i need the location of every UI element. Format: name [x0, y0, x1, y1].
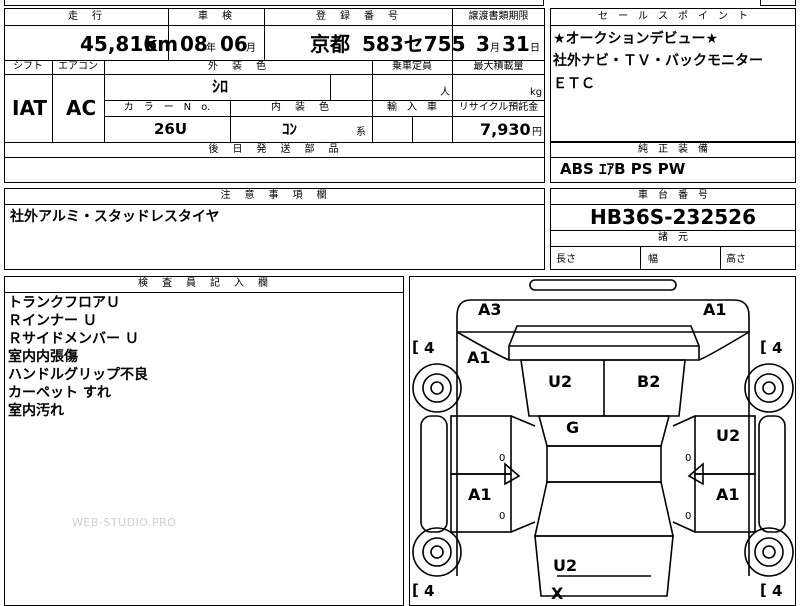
- capacity-label: 乗車定員: [392, 61, 432, 72]
- max-load-unit: kg: [530, 87, 543, 98]
- recycle-fee-value: 7,930: [480, 120, 531, 139]
- aircon-value: AC: [66, 96, 97, 120]
- exterior-color-label: 外 装 色: [208, 61, 268, 72]
- dimension-height: 高さ: [726, 254, 746, 265]
- tire-front-right-bracket: [: [760, 581, 767, 599]
- chassis-label: 車 台 番 号: [638, 190, 708, 201]
- sales-point-line-3: ＥＴＣ: [553, 76, 595, 92]
- recycle-fee-label: リサイクル預託金: [458, 102, 539, 113]
- tire-rear-right-value: 4: [772, 339, 783, 357]
- standard-equipment-value: ABS ｴｱB PS PW: [560, 160, 686, 178]
- transfer-value: 31: [502, 32, 530, 56]
- dimensions-label: 諸 元: [658, 232, 688, 243]
- shift-label: シフト: [13, 61, 43, 72]
- damage-mark-a3: A3: [478, 300, 502, 319]
- inspection-year-unit: 年: [206, 43, 216, 54]
- damage-mark-u2-trunk: U2: [548, 372, 573, 391]
- sales-point-line-2: 社外ナビ・ＴＶ・バックモニター: [553, 53, 763, 69]
- tire-rear-left-value: 4: [424, 339, 435, 357]
- transfer-value-unit: 日: [530, 43, 540, 54]
- inspection-label: 車 検: [198, 11, 234, 22]
- transfer-day-unit: 月: [490, 43, 500, 54]
- inspector-line-5: ハンドルグリップ不良: [8, 367, 148, 383]
- inspection-month-unit: 月: [246, 43, 256, 54]
- sales-points-label: セ ー ル ス ポ イ ン ト: [598, 11, 748, 22]
- standard-equipment-label: 純 正 装 備: [638, 144, 708, 155]
- import-label: 輸 入 車: [387, 102, 437, 113]
- max-load-label: 最大積載量: [473, 61, 524, 72]
- damage-mark-g: G: [566, 418, 580, 437]
- interior-color-suffix: 系: [356, 127, 366, 138]
- door-zero-3: 0: [499, 511, 506, 522]
- inspector-line-2: Ｒインナー Ｕ: [8, 313, 97, 329]
- damage-mark-u2-hood: U2: [553, 556, 578, 575]
- tire-rear-right-bracket: [: [760, 338, 767, 356]
- door-zero-2: 0: [685, 453, 692, 464]
- inspector-line-1: トランクフロアＵ: [8, 295, 120, 311]
- damage-mark-a1-left-door: A1: [468, 485, 492, 504]
- registration-number: 583セ755: [362, 32, 466, 56]
- tire-front-left-value: 4: [424, 582, 435, 600]
- notes-label: 注 意 事 項 欄: [220, 190, 329, 201]
- damage-mark-a1-rear: A1: [703, 300, 727, 319]
- damage-mark-u2-door: U2: [716, 426, 741, 445]
- aircon-label: エアコン: [58, 61, 98, 72]
- tire-rear-left-bracket: [: [412, 338, 419, 356]
- top-strip: [4, 0, 544, 6]
- inspector-line-6: カーペット すれ: [8, 385, 111, 401]
- damage-mark-b2: B2: [637, 372, 661, 391]
- tire-front-right-value: 4: [772, 582, 783, 600]
- mileage-unit: km: [144, 32, 179, 56]
- capacity-unit: 人: [440, 87, 450, 98]
- sales-point-line-1: ★オークションデビュー★: [553, 31, 719, 47]
- transfer-day: 3: [476, 32, 490, 56]
- damage-mark-a1-quarter: A1: [467, 348, 491, 367]
- inspector-line-3: Ｒサイドメンバー Ｕ: [8, 331, 139, 347]
- recycle-fee-unit: 円: [532, 127, 542, 138]
- inspector-line-7: 室内汚れ: [8, 403, 64, 419]
- door-zero-4: 0: [685, 511, 692, 522]
- interior-color-value: ｺﾝ: [282, 120, 298, 138]
- registration-region: 京都: [310, 32, 350, 56]
- top-strip-right: [760, 0, 796, 6]
- color-no-value: 26U: [154, 120, 188, 138]
- inspector-line-4: 室内内張傷: [8, 349, 78, 365]
- interior-color-label: 内 装 色: [271, 102, 331, 113]
- inspector-label: 検 査 員 記 入 欄: [138, 278, 270, 289]
- tire-front-left-bracket: [: [412, 581, 419, 599]
- dimension-width: 幅: [648, 254, 658, 265]
- shift-value: IAT: [12, 96, 48, 120]
- mileage-label: 走 行: [68, 11, 104, 22]
- damage-mark-a1-right-door: A1: [716, 485, 740, 504]
- exterior-color-value: ｼﾛ: [212, 77, 229, 96]
- transfer-deadline-label: 譲渡書類期限: [468, 11, 529, 22]
- chassis-value: HB36S-232526: [589, 205, 756, 229]
- inspection-month: 06: [220, 32, 248, 56]
- watermark: WEB-STUDIO.PRO: [72, 516, 177, 529]
- inspection-year: 08: [180, 32, 208, 56]
- door-zero-1: 0: [499, 453, 506, 464]
- dimension-length: 長さ: [556, 254, 576, 265]
- registration-label: 登 録 番 号: [316, 11, 400, 22]
- later-parts-label: 後 日 発 送 部 品: [208, 144, 341, 155]
- notes-value: 社外アルミ・スタッドレスタイヤ: [10, 209, 220, 225]
- color-no-label: カ ラ ー N o.: [123, 102, 211, 113]
